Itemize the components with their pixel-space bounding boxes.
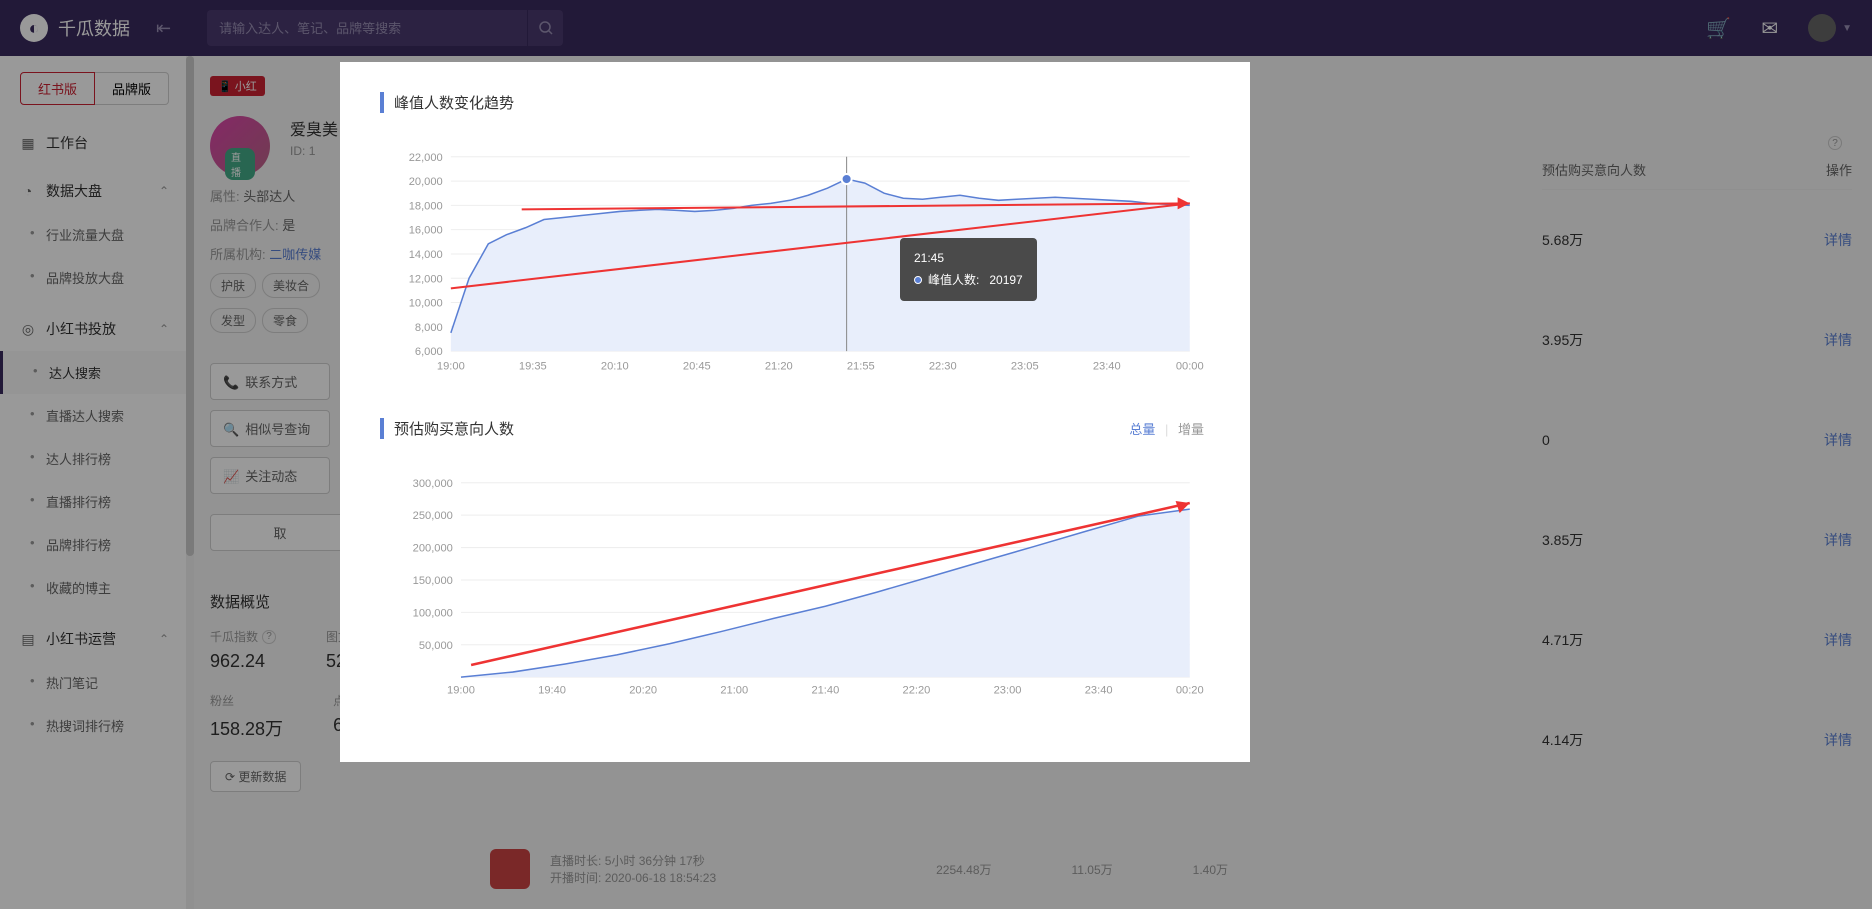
svg-text:19:40: 19:40 <box>538 684 566 696</box>
svg-text:250,000: 250,000 <box>413 510 453 522</box>
svg-text:50,000: 50,000 <box>419 640 453 652</box>
svg-text:21:00: 21:00 <box>720 684 748 696</box>
svg-text:21:55: 21:55 <box>847 360 875 372</box>
tab-delta[interactable]: 增量 <box>1172 422 1210 437</box>
dot-icon <box>914 276 922 284</box>
svg-text:19:00: 19:00 <box>447 684 475 696</box>
svg-text:20:20: 20:20 <box>629 684 657 696</box>
svg-text:00:00: 00:00 <box>1176 360 1204 372</box>
intent-chart-svg: 300,000 250,000 200,000 150,000 100,000 … <box>380 459 1210 709</box>
chart-tabs: 总量 | 增量 <box>1123 419 1210 438</box>
svg-text:20,000: 20,000 <box>409 176 443 188</box>
svg-text:200,000: 200,000 <box>413 543 453 555</box>
svg-text:6,000: 6,000 <box>415 346 443 358</box>
svg-text:8,000: 8,000 <box>415 322 443 334</box>
svg-text:16,000: 16,000 <box>409 225 443 237</box>
svg-text:18,000: 18,000 <box>409 200 443 212</box>
svg-text:12,000: 12,000 <box>409 273 443 285</box>
svg-text:150,000: 150,000 <box>413 575 453 587</box>
svg-text:19:35: 19:35 <box>519 360 547 372</box>
svg-text:19:00: 19:00 <box>437 360 465 372</box>
svg-text:00:20: 00:20 <box>1176 684 1204 696</box>
svg-text:14,000: 14,000 <box>409 249 443 261</box>
chart-title-text: 预估购买意向人数 <box>394 418 514 439</box>
svg-text:23:05: 23:05 <box>1011 360 1039 372</box>
svg-text:300,000: 300,000 <box>413 478 453 490</box>
svg-text:21:20: 21:20 <box>765 360 793 372</box>
peak-chart-svg: 22,000 20,000 18,000 16,000 14,000 12,00… <box>380 133 1210 383</box>
svg-text:22:30: 22:30 <box>929 360 957 372</box>
svg-text:23:40: 23:40 <box>1085 684 1113 696</box>
svg-text:100,000: 100,000 <box>413 607 453 619</box>
svg-text:10,000: 10,000 <box>409 298 443 310</box>
tooltip-time: 21:45 <box>914 248 1023 270</box>
chart-tooltip: 21:45 峰值人数: 20197 <box>900 238 1037 301</box>
chart-modal: 峰值人数变化趋势 22,000 20,000 18,000 16,000 14,… <box>340 62 1250 762</box>
chart-peak-viewers: 峰值人数变化趋势 22,000 20,000 18,000 16,000 14,… <box>380 92 1210 388</box>
chart-title-text: 峰值人数变化趋势 <box>394 92 514 113</box>
svg-text:20:45: 20:45 <box>683 360 711 372</box>
svg-text:22:20: 22:20 <box>903 684 931 696</box>
svg-text:23:00: 23:00 <box>994 684 1022 696</box>
chart-purchase-intent: 预估购买意向人数 总量 | 增量 300,000 250,000 200,000… <box>380 418 1210 714</box>
tab-total[interactable]: 总量 <box>1123 422 1161 437</box>
svg-text:22,000: 22,000 <box>409 152 443 164</box>
svg-text:20:10: 20:10 <box>601 360 629 372</box>
svg-text:21:40: 21:40 <box>811 684 839 696</box>
svg-text:23:40: 23:40 <box>1093 360 1121 372</box>
